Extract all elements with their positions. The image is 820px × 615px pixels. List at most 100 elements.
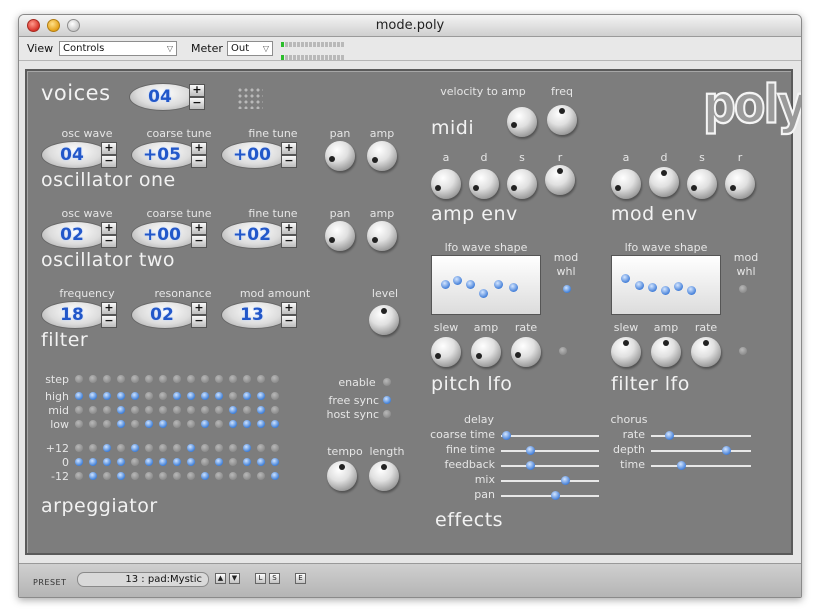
- arp-step-led[interactable]: [187, 406, 195, 414]
- arp-step-led[interactable]: [201, 406, 209, 414]
- arp-step-led[interactable]: [117, 444, 125, 452]
- arp-step-led[interactable]: [159, 420, 167, 428]
- effect-slider-thumb[interactable]: [526, 446, 536, 455]
- amp-env-decay-knob[interactable]: [469, 169, 499, 199]
- effect-slider-thumb[interactable]: [677, 461, 686, 470]
- arp-step-led[interactable]: [145, 458, 153, 466]
- arp-length-knob[interactable]: [369, 461, 399, 491]
- arp-step-led[interactable]: [159, 444, 167, 452]
- arp-step-led[interactable]: [243, 444, 251, 452]
- arp-step-led[interactable]: [89, 406, 97, 414]
- arp-step-led[interactable]: [103, 406, 111, 414]
- filter-mod-minus[interactable]: −: [281, 315, 297, 328]
- arp-step-led[interactable]: [271, 444, 279, 452]
- arp-step-led[interactable]: [229, 444, 237, 452]
- amp-env-attack-knob[interactable]: [431, 169, 461, 199]
- filter-lfo-wave-shape[interactable]: [611, 255, 721, 315]
- arp-step-led[interactable]: [117, 392, 125, 400]
- arp-step-led[interactable]: [89, 458, 97, 466]
- arp-step-led[interactable]: [243, 420, 251, 428]
- arp-step-led[interactable]: [131, 392, 139, 400]
- arp-step-led[interactable]: [201, 472, 209, 480]
- mod-env-attack-knob[interactable]: [611, 169, 641, 199]
- preset-up-icon[interactable]: ▲: [215, 573, 226, 584]
- arp-step-led[interactable]: [103, 472, 111, 480]
- effect-slider-track[interactable]: [501, 480, 599, 482]
- arp-step-led[interactable]: [75, 392, 83, 400]
- osc2-wave-numbox[interactable]: 02 + −: [41, 221, 119, 249]
- arp-step-led[interactable]: [215, 420, 223, 428]
- arp-step-led[interactable]: [229, 472, 237, 480]
- arp-step-led[interactable]: [257, 472, 265, 480]
- amp-env-sustain-knob[interactable]: [507, 169, 537, 199]
- osc1-fine-numbox[interactable]: +00 + −: [221, 141, 299, 169]
- arp-step-led[interactable]: [117, 406, 125, 414]
- mod-env-sustain-knob[interactable]: [687, 169, 717, 199]
- arp-step-led[interactable]: [187, 392, 195, 400]
- arp-step-led[interactable]: [131, 420, 139, 428]
- arp-step-led[interactable]: [257, 444, 265, 452]
- arp-step-led[interactable]: [75, 420, 83, 428]
- amp-env-release-knob[interactable]: [545, 165, 575, 195]
- mod-env-release-knob[interactable]: [725, 169, 755, 199]
- osc2-fine-minus[interactable]: −: [281, 235, 297, 248]
- arp-step-led[interactable]: [75, 458, 83, 466]
- arp-step-led[interactable]: [159, 392, 167, 400]
- osc2-pan-knob[interactable]: [325, 221, 355, 251]
- arp-step-led[interactable]: [257, 406, 265, 414]
- arp-step-led[interactable]: [145, 444, 153, 452]
- voices-numbox[interactable]: 04 + −: [129, 83, 207, 111]
- arp-step-led[interactable]: [89, 444, 97, 452]
- effect-slider-track[interactable]: [501, 465, 599, 467]
- arp-step-led[interactable]: [159, 458, 167, 466]
- filter-lfo-amp-knob[interactable]: [651, 337, 681, 367]
- effect-slider-track[interactable]: [651, 465, 751, 467]
- filter-freq-minus[interactable]: −: [101, 315, 117, 328]
- effect-slider-thumb[interactable]: [550, 491, 560, 500]
- effect-slider-thumb[interactable]: [526, 461, 536, 470]
- arp-step-led[interactable]: [215, 444, 223, 452]
- arp-step-led[interactable]: [145, 406, 153, 414]
- filter-freq-numbox[interactable]: 18 + −: [41, 301, 119, 329]
- load-icon[interactable]: L: [255, 573, 266, 584]
- arp-step-led[interactable]: [257, 458, 265, 466]
- arp-step-led[interactable]: [103, 458, 111, 466]
- meter-dropdown[interactable]: Out ▽: [227, 41, 273, 56]
- osc1-wave-minus[interactable]: −: [101, 155, 117, 168]
- arp-step-led[interactable]: [103, 420, 111, 428]
- filter-lfo-modwheel-led[interactable]: [739, 285, 747, 293]
- pitch-lfo-amp-knob[interactable]: [471, 337, 501, 367]
- arp-step-led[interactable]: [229, 458, 237, 466]
- arp-step-led[interactable]: [89, 472, 97, 480]
- arp-step-led[interactable]: [243, 406, 251, 414]
- osc2-coarse-numbox[interactable]: +00 + −: [131, 221, 209, 249]
- arp-step-led[interactable]: [173, 458, 181, 466]
- arp-step-led[interactable]: [75, 472, 83, 480]
- arp-step-led[interactable]: [173, 444, 181, 452]
- arp-step-led[interactable]: [75, 444, 83, 452]
- effect-slider-track[interactable]: [501, 450, 599, 452]
- arp-step-led[interactable]: [243, 392, 251, 400]
- arp-step-led[interactable]: [173, 420, 181, 428]
- save-icon[interactable]: S: [269, 573, 280, 584]
- arp-step-led[interactable]: [117, 420, 125, 428]
- arp-step-led[interactable]: [201, 420, 209, 428]
- pitch-lfo-wave-shape[interactable]: [431, 255, 541, 315]
- arp-step-led[interactable]: [145, 472, 153, 480]
- osc2-fine-numbox[interactable]: +02 + −: [221, 221, 299, 249]
- pitch-lfo-sync-led[interactable]: [559, 347, 567, 355]
- arp-step-led[interactable]: [201, 444, 209, 452]
- osc2-wave-minus[interactable]: −: [101, 235, 117, 248]
- arp-step-led[interactable]: [117, 458, 125, 466]
- arp-step-led[interactable]: [173, 406, 181, 414]
- arp-step-led[interactable]: [257, 420, 265, 428]
- effect-slider-thumb[interactable]: [560, 476, 570, 485]
- arp-step-led[interactable]: [271, 392, 279, 400]
- arp-step-led[interactable]: [173, 472, 181, 480]
- effect-slider-thumb[interactable]: [665, 431, 674, 440]
- arp-enable-led[interactable]: [383, 378, 391, 386]
- osc1-coarse-numbox[interactable]: +05 + −: [131, 141, 209, 169]
- arp-host-sync-led[interactable]: [383, 410, 391, 418]
- osc1-amp-knob[interactable]: [367, 141, 397, 171]
- arp-step-led[interactable]: [131, 406, 139, 414]
